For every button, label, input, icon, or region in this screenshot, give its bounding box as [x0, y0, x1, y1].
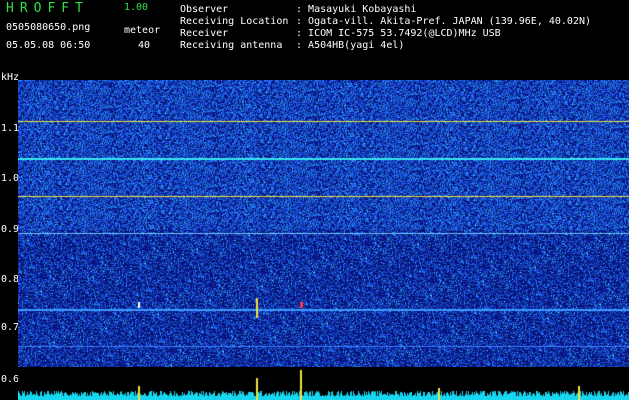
frequency-tick-label: 1.0: [1, 173, 20, 184]
meteor-label: meteor: [124, 25, 161, 36]
capture-datetime: 05.05.08 06:50: [6, 40, 91, 51]
signal-level-strip: [18, 368, 629, 400]
app-version: 1.00: [124, 2, 149, 13]
station-row: Receiver: ICOM IC-575 53.7492(@LCD)MHz U…: [180, 28, 501, 39]
spectrogram: [18, 80, 629, 367]
app-title: HROFFT: [6, 1, 89, 16]
file-name: 0505080650.png: [6, 22, 91, 33]
station-row: Receiving Location: Ogata-vill. Akita-Pr…: [180, 16, 592, 27]
frequency-tick-label: 0.9: [1, 224, 20, 235]
station-info: Observer: Masayuki Kobayashi Receiving L…: [180, 4, 591, 52]
station-row: Observer: Masayuki Kobayashi: [180, 4, 417, 15]
unit-label: kHz: [1, 72, 20, 83]
frequency-tick-label: 0.6: [1, 374, 20, 385]
frequency-tick-label: 1.1: [1, 123, 20, 134]
frequency-tick-label: 0.8: [1, 274, 20, 285]
station-row: Receiving antenna: A504HB(yagi 4el): [180, 40, 405, 51]
header-panel: HROFFT 1.00 0505080650.png meteor 05.05.…: [0, 0, 629, 75]
frequency-tick-label: 0.7: [1, 322, 20, 333]
meteor-count: 40: [138, 40, 151, 51]
